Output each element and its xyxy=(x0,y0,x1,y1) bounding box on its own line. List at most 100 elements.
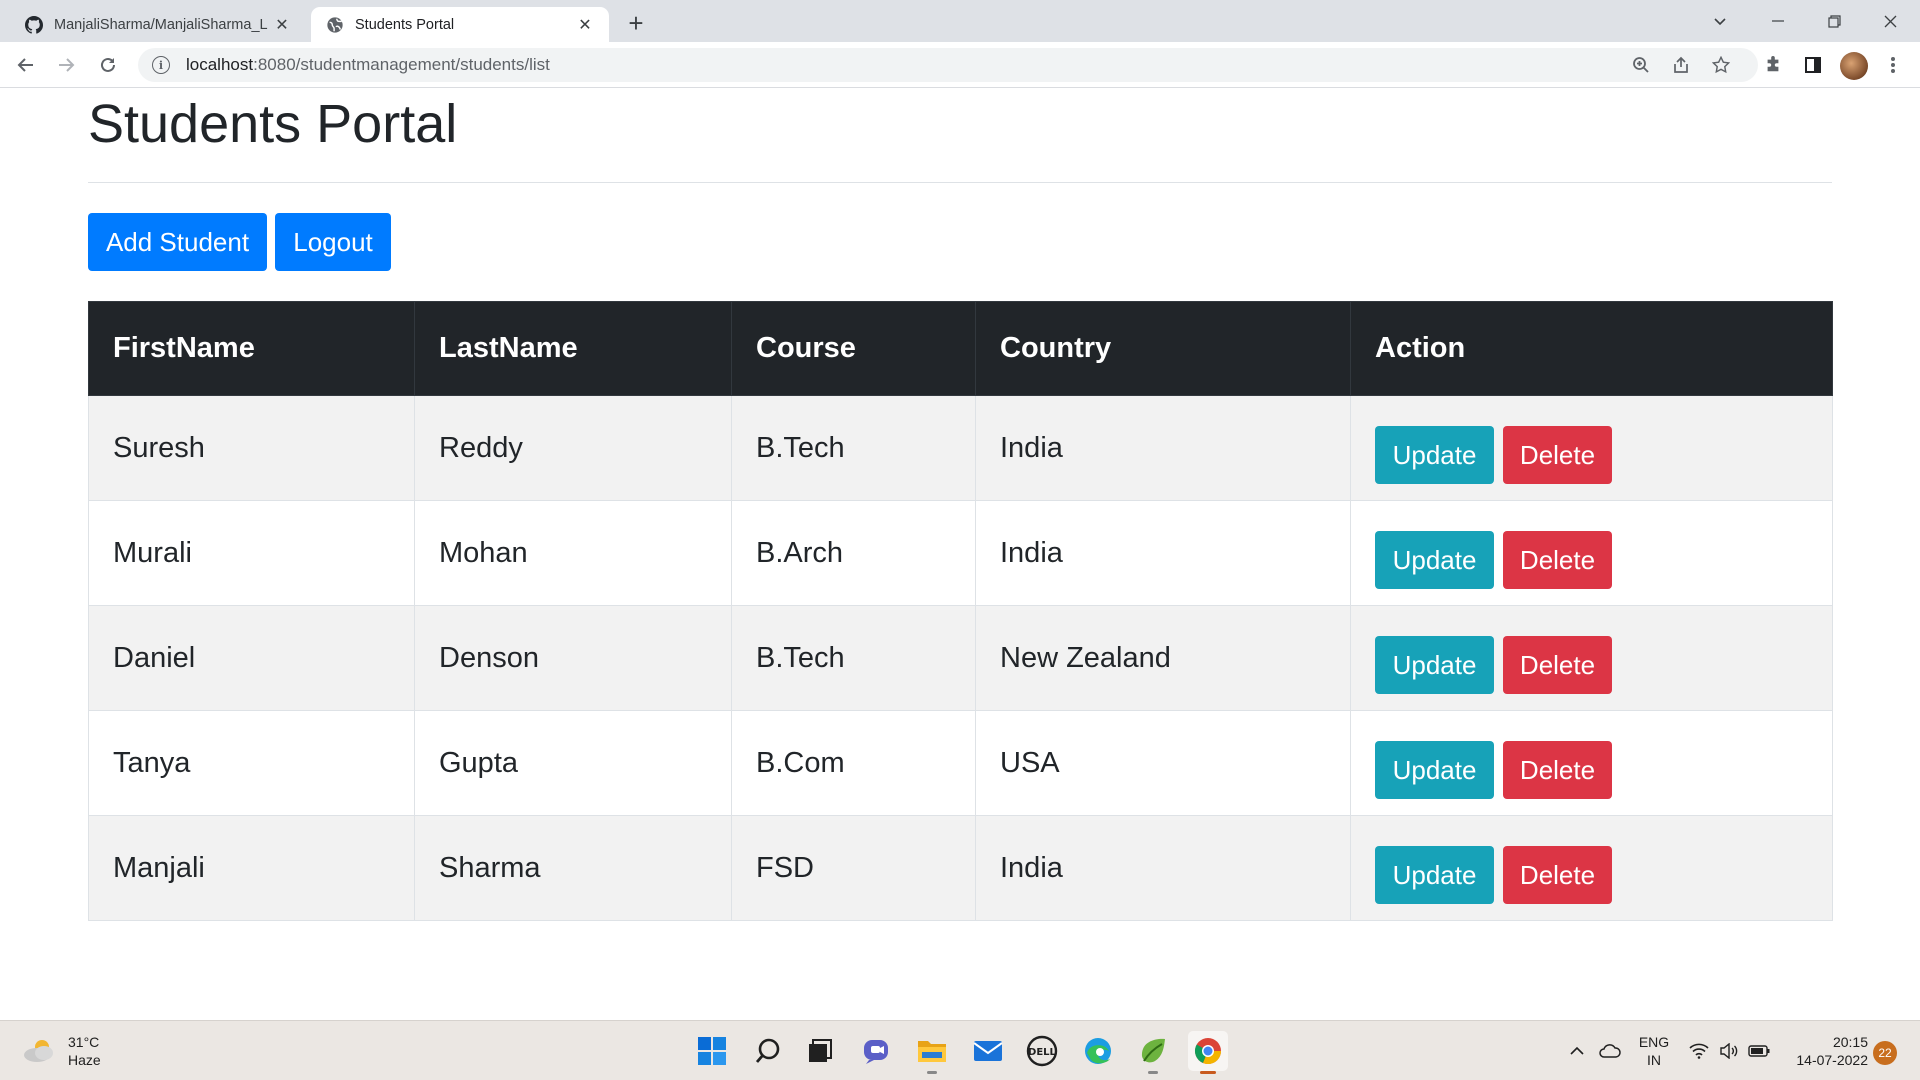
table-header-row: FirstName LastName Course Country Action xyxy=(88,301,1833,396)
file-explorer-icon[interactable] xyxy=(912,1031,952,1074)
close-tab-icon[interactable]: ✕ xyxy=(575,15,595,35)
teams-chat-icon[interactable] xyxy=(856,1031,896,1071)
cell-firstname: Murali xyxy=(88,500,415,606)
cell-lastname: Gupta xyxy=(414,710,732,816)
delete-button[interactable]: Delete xyxy=(1503,531,1612,589)
spring-tool-suite-icon[interactable] xyxy=(1133,1031,1173,1074)
bookmark-star-icon[interactable] xyxy=(1706,50,1736,80)
url-text: localhost:8080/studentmanagement/student… xyxy=(186,55,550,74)
mail-icon[interactable] xyxy=(968,1031,1008,1071)
cell-lastname: Sharma xyxy=(414,815,732,921)
delete-button[interactable]: Delete xyxy=(1503,846,1612,904)
menu-kebab-icon[interactable] xyxy=(1878,50,1908,80)
table-row: Murali Mohan B.Arch India Update Delete xyxy=(88,500,1833,606)
forward-arrow-icon[interactable] xyxy=(50,49,82,81)
wifi-icon[interactable] xyxy=(1682,1031,1716,1071)
cell-action: Update Delete xyxy=(1350,605,1833,711)
cell-course: FSD xyxy=(731,815,976,921)
language-indicator[interactable]: ENG IN xyxy=(1634,1033,1674,1069)
volume-icon[interactable] xyxy=(1712,1031,1746,1071)
globe-icon xyxy=(325,15,345,35)
tab-github[interactable]: ManjaliSharma/ManjaliSharma_L ✕ xyxy=(10,7,306,42)
divider xyxy=(88,182,1832,183)
column-header-course: Course xyxy=(731,301,976,396)
start-windows-icon[interactable] xyxy=(692,1031,732,1071)
new-tab-button[interactable]: + xyxy=(620,8,652,38)
profile-avatar[interactable] xyxy=(1840,52,1868,80)
restore-icon[interactable] xyxy=(1806,0,1862,42)
chrome-icon[interactable] xyxy=(1188,1031,1228,1074)
back-arrow-icon[interactable] xyxy=(10,49,42,81)
update-button[interactable]: Update xyxy=(1375,426,1494,484)
weather-widget[interactable]: 31°C Haze xyxy=(22,1033,101,1069)
table-row: Daniel Denson B.Tech New Zealand Update … xyxy=(88,605,1833,711)
table-row: Suresh Reddy B.Tech India Update Delete xyxy=(88,395,1833,501)
github-icon xyxy=(24,15,44,35)
cell-firstname: Suresh xyxy=(88,395,415,501)
cell-firstname: Daniel xyxy=(88,605,415,711)
column-header-lastname: LastName xyxy=(414,301,732,396)
add-student-button[interactable]: Add Student xyxy=(88,213,267,271)
show-hidden-icons-chevron-icon[interactable] xyxy=(1560,1031,1594,1071)
update-button[interactable]: Update xyxy=(1375,636,1494,694)
extensions-puzzle-icon[interactable] xyxy=(1758,50,1788,80)
tab-title: Students Portal xyxy=(355,16,455,33)
onedrive-cloud-icon[interactable] xyxy=(1592,1031,1628,1071)
cell-action: Update Delete xyxy=(1350,500,1833,606)
address-bar[interactable]: i localhost:8080/studentmanagement/stude… xyxy=(138,48,1758,82)
reload-icon[interactable] xyxy=(92,49,124,81)
close-tab-icon[interactable]: ✕ xyxy=(272,15,292,35)
logout-button[interactable]: Logout xyxy=(275,213,391,271)
side-panel-icon[interactable] xyxy=(1798,50,1828,80)
svg-text:DELL: DELL xyxy=(1028,1047,1057,1058)
page-content: Students Portal Add Student Logout First… xyxy=(0,88,1920,1020)
task-view-icon[interactable] xyxy=(800,1031,840,1071)
close-window-icon[interactable] xyxy=(1862,0,1918,42)
update-button[interactable]: Update xyxy=(1375,741,1494,799)
taskbar: 31°C Haze DELL ENG IN 20:15 14-07-2022 2… xyxy=(0,1020,1920,1080)
table-row: Tanya Gupta B.Com USA Update Delete xyxy=(88,710,1833,816)
cell-course: B.Arch xyxy=(731,500,976,606)
cell-action: Update Delete xyxy=(1350,815,1833,921)
clock-time: 20:15 xyxy=(1832,1034,1868,1050)
cell-lastname: Mohan xyxy=(414,500,732,606)
weather-desc: Haze xyxy=(68,1052,101,1068)
delete-button[interactable]: Delete xyxy=(1503,426,1612,484)
minimize-icon[interactable] xyxy=(1750,0,1806,42)
dell-icon[interactable]: DELL xyxy=(1022,1031,1062,1071)
battery-icon[interactable] xyxy=(1742,1031,1776,1071)
search-icon[interactable] xyxy=(748,1031,788,1071)
browser-tab-bar: ManjaliSharma/ManjaliSharma_L ✕ Students… xyxy=(0,0,1920,42)
cell-lastname: Denson xyxy=(414,605,732,711)
tab-search-chevron-icon[interactable] xyxy=(1692,0,1748,42)
update-button[interactable]: Update xyxy=(1375,531,1494,589)
cell-course: B.Tech xyxy=(731,395,976,501)
site-info-icon[interactable]: i xyxy=(152,56,170,74)
cell-action: Update Delete xyxy=(1350,395,1833,501)
cell-country: New Zealand xyxy=(975,605,1351,711)
zoom-icon[interactable] xyxy=(1626,50,1656,80)
column-header-action: Action xyxy=(1350,301,1833,396)
cell-action: Update Delete xyxy=(1350,710,1833,816)
page-title: Students Portal xyxy=(88,94,458,154)
tab-students-portal[interactable]: Students Portal ✕ xyxy=(311,7,609,42)
tab-title: ManjaliSharma/ManjaliSharma_L xyxy=(54,16,268,33)
share-icon[interactable] xyxy=(1666,50,1696,80)
weather-haze-icon xyxy=(24,1040,53,1062)
cell-course: B.Com xyxy=(731,710,976,816)
edge-browser-icon[interactable] xyxy=(1078,1031,1118,1071)
browser-toolbar: i localhost:8080/studentmanagement/stude… xyxy=(0,42,1920,88)
column-header-firstname: FirstName xyxy=(88,301,415,396)
cell-country: India xyxy=(975,500,1351,606)
delete-button[interactable]: Delete xyxy=(1503,741,1612,799)
update-button[interactable]: Update xyxy=(1375,846,1494,904)
cell-firstname: Tanya xyxy=(88,710,415,816)
weather-temp: 31°C xyxy=(68,1034,100,1050)
cell-course: B.Tech xyxy=(731,605,976,711)
clock[interactable]: 20:15 14-07-2022 xyxy=(1784,1033,1868,1069)
cell-country: India xyxy=(975,395,1351,501)
delete-button[interactable]: Delete xyxy=(1503,636,1612,694)
clock-date: 14-07-2022 xyxy=(1796,1052,1868,1068)
cell-firstname: Manjali xyxy=(88,815,415,921)
notification-badge[interactable]: 22 xyxy=(1873,1041,1897,1065)
